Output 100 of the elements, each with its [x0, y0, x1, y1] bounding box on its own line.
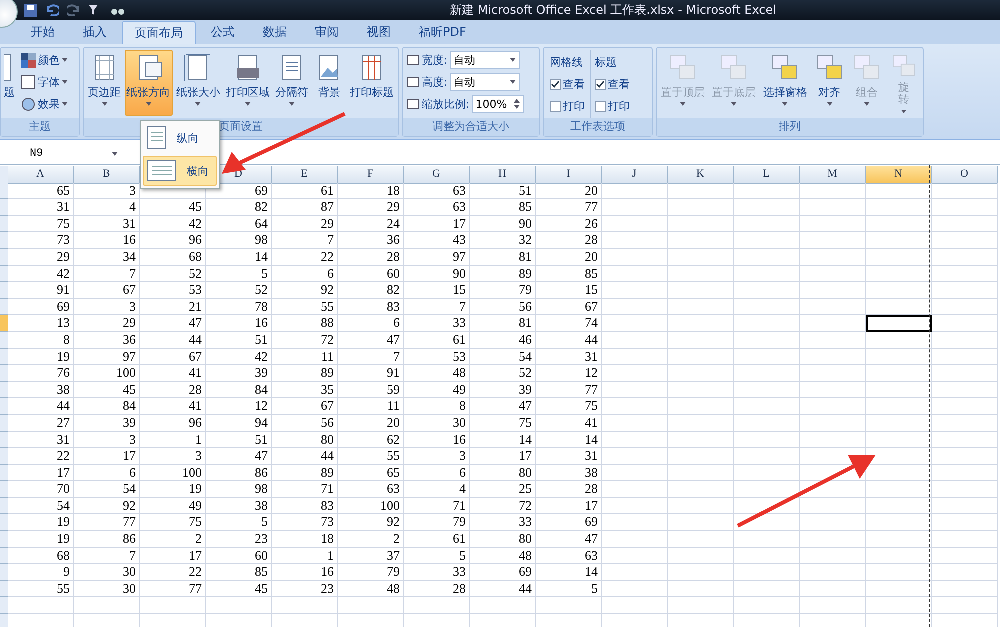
table-cell	[932, 514, 998, 532]
ribbon-tab[interactable]: 页面布局	[122, 21, 196, 44]
column-header[interactable]: B	[74, 166, 140, 184]
ribbon-button[interactable]: 对齐	[812, 50, 847, 116]
table-cell: 26	[536, 216, 602, 232]
row-header[interactable]	[0, 514, 8, 532]
column-header[interactable]: O	[932, 166, 998, 184]
column-header[interactable]: M	[800, 166, 866, 184]
ribbon-button[interactable]: 分隔符	[274, 50, 311, 116]
row-header[interactable]	[0, 580, 8, 598]
column-header[interactable]: E	[272, 166, 338, 184]
column-header[interactable]: H	[470, 166, 536, 184]
row-header[interactable]	[0, 248, 8, 266]
table-cell: 47	[206, 448, 272, 465]
ribbon-tab[interactable]: 数据	[250, 20, 300, 44]
row-header[interactable]	[0, 548, 8, 564]
table-cell	[734, 182, 800, 200]
table-cell	[932, 414, 998, 432]
column-header[interactable]: A	[8, 166, 74, 184]
row-header[interactable]	[0, 382, 8, 398]
table-cell	[668, 548, 734, 564]
row-header[interactable]	[0, 266, 8, 282]
ribbon-tab[interactable]: 审阅	[302, 20, 352, 44]
row-header[interactable]	[0, 282, 8, 299]
name-box[interactable]: N9	[0, 146, 118, 162]
undo-icon[interactable]	[45, 4, 59, 16]
table-cell: 84	[206, 382, 272, 398]
table-cell: 47	[470, 398, 536, 415]
spin-field[interactable]: 100%	[472, 95, 524, 113]
caret-icon	[731, 102, 738, 106]
row-header[interactable]	[0, 414, 8, 432]
checkbox[interactable]: 查看	[595, 74, 630, 94]
ribbon-button[interactable]: 纸张大小	[174, 50, 222, 116]
ribbon-button[interactable]: 打印标题	[348, 50, 396, 116]
row-header[interactable]	[0, 498, 8, 514]
row-header[interactable]	[0, 199, 8, 216]
row-header[interactable]	[0, 348, 8, 366]
table-cell	[800, 597, 866, 614]
row-header[interactable]	[0, 464, 8, 482]
row-header[interactable]	[0, 432, 8, 448]
column-header[interactable]: I	[536, 166, 602, 184]
ribbon-tab[interactable]: 公式	[198, 20, 248, 44]
row-header[interactable]	[0, 232, 8, 249]
column-header[interactable]: K	[668, 166, 734, 184]
dropdown-field[interactable]: 自动	[450, 73, 520, 91]
dropdown-field[interactable]: 自动	[450, 51, 520, 69]
table-cell: 29	[338, 199, 404, 216]
row-header[interactable]	[0, 298, 8, 316]
row-header[interactable]	[0, 398, 8, 415]
ribbon-button[interactable]: 背景	[312, 50, 346, 116]
table-cell: 31	[536, 448, 602, 465]
ribbon-button[interactable]: 选择窗格	[761, 50, 810, 116]
table-cell: 5	[206, 514, 272, 532]
column-header[interactable]: N	[866, 166, 932, 184]
ribbon-button[interactable]: 打印区域	[224, 50, 272, 116]
table-cell: 98	[206, 232, 272, 249]
table-cell	[800, 432, 866, 448]
table-cell	[932, 498, 998, 514]
column-header[interactable]: J	[602, 166, 668, 184]
table-cell: 96	[140, 232, 206, 249]
ribbon-tab[interactable]: 开始	[18, 20, 68, 44]
table-cell: 56	[272, 414, 338, 432]
column-header[interactable]: F	[338, 166, 404, 184]
row-header[interactable]	[0, 531, 8, 548]
theme-option-button[interactable]: 颜色	[21, 50, 68, 70]
column-header[interactable]: G	[404, 166, 470, 184]
row-header[interactable]	[0, 481, 8, 498]
redo-icon[interactable]	[67, 4, 81, 16]
table-cell: 41	[140, 398, 206, 415]
ribbon-tab[interactable]: 视图	[354, 20, 404, 44]
themes-button[interactable]: 题	[3, 50, 16, 116]
table-cell: 60	[338, 266, 404, 282]
theme-option-button[interactable]: 字体	[21, 72, 68, 92]
ribbon-button[interactable]: 纸张方向	[124, 50, 173, 116]
row-header[interactable]	[0, 614, 8, 627]
theme-option-button[interactable]: 效果	[21, 94, 68, 114]
row-header[interactable]	[0, 332, 8, 349]
row-header[interactable]	[0, 365, 8, 382]
column-header[interactable]: L	[734, 166, 800, 184]
row-header[interactable]	[0, 182, 8, 200]
checkbox[interactable]: 打印	[550, 96, 585, 116]
table-cell	[800, 481, 866, 498]
table-cell	[866, 232, 932, 249]
menu-item[interactable]: 横向	[143, 156, 217, 186]
table-cell	[734, 216, 800, 232]
ribbon-tab[interactable]: 福昕PDF	[406, 20, 480, 44]
row-header[interactable]	[0, 597, 8, 614]
save-icon[interactable]	[24, 4, 37, 16]
select-all-corner[interactable]	[0, 166, 8, 184]
table-cell: 30	[74, 580, 140, 598]
ribbon-tab[interactable]: 插入	[70, 20, 120, 44]
row-header[interactable]	[0, 564, 8, 581]
checkbox[interactable]: 查看	[550, 74, 585, 94]
table-cell	[734, 332, 800, 349]
table-cell: 68	[8, 548, 74, 564]
checkbox[interactable]: 打印	[595, 96, 630, 116]
row-header[interactable]	[0, 315, 8, 332]
row-header[interactable]	[0, 448, 8, 465]
row-header[interactable]	[0, 216, 8, 232]
ribbon-button[interactable]: 页边距	[86, 50, 123, 116]
